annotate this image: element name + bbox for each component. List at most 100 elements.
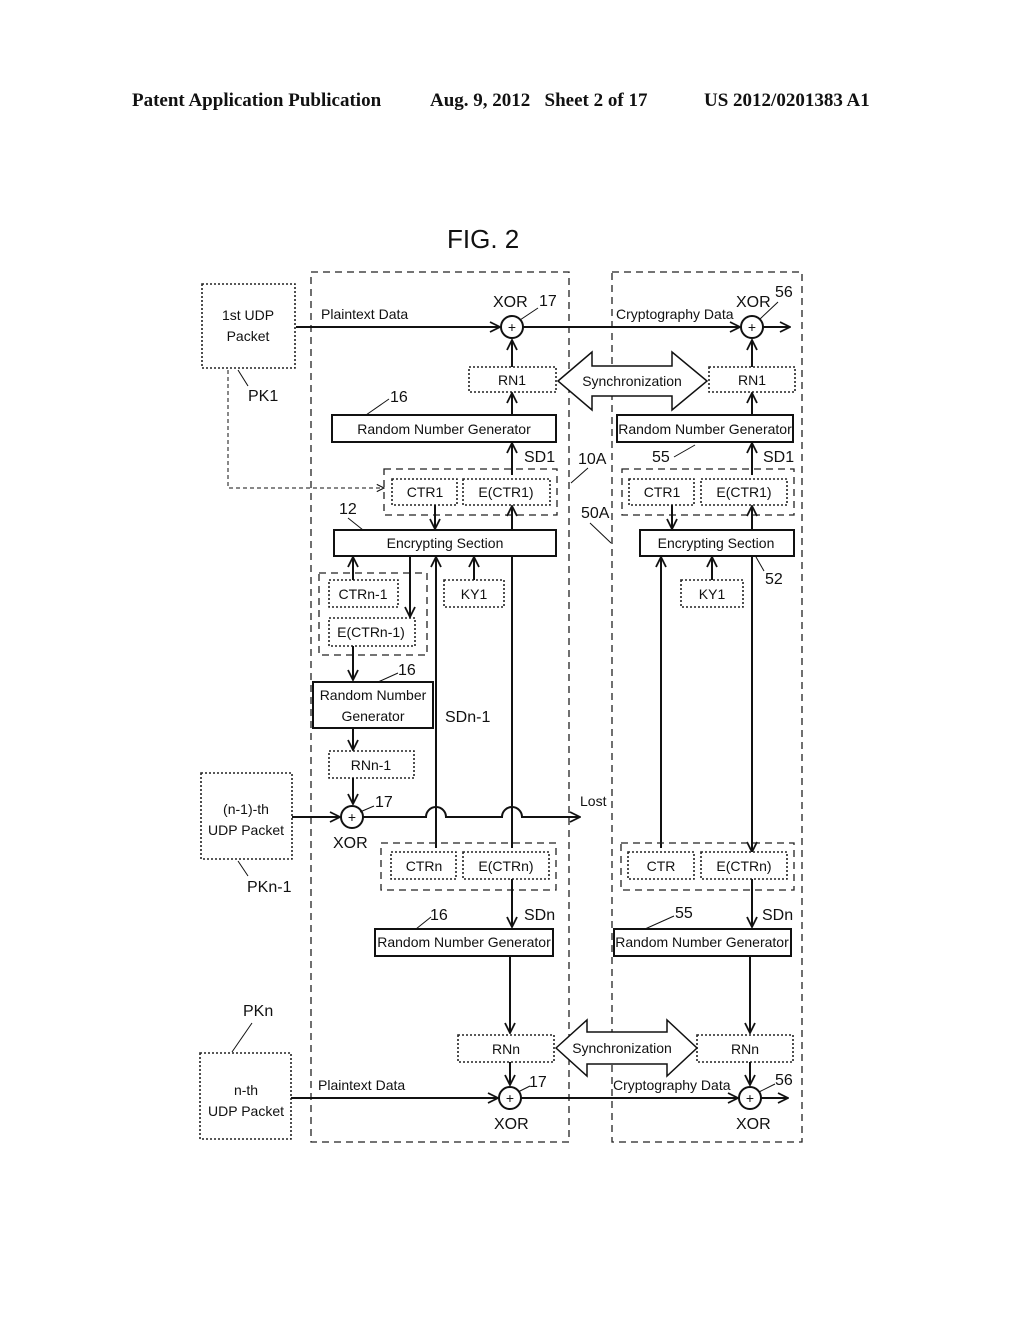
ctrn-sender: CTRn	[390, 851, 457, 880]
svg-text:RNn-1: RNn-1	[351, 757, 392, 773]
xor-receiver-top: +	[740, 315, 764, 339]
svg-text:Random Number Generator: Random Number Generator	[377, 934, 551, 950]
rn1-receiver: RN1	[708, 366, 796, 393]
svg-text:+: +	[508, 319, 516, 335]
svg-text:RNn: RNn	[731, 1041, 759, 1057]
ectrn-sender: E(CTRn)	[462, 851, 550, 880]
svg-text:+: +	[746, 1090, 754, 1106]
rng-ref-16-top: 16	[390, 389, 408, 406]
synchronization-arrow-bottom: Synchronization	[554, 1018, 699, 1078]
enc-ref-12: 12	[339, 501, 357, 518]
svg-text:CTRn: CTRn	[406, 858, 443, 874]
xor-label-bottom: XOR	[494, 1116, 529, 1133]
svg-text:Random Number: Random Number	[320, 687, 427, 703]
sender-unit-ref: 10A	[578, 451, 607, 468]
rng-ref-55-top: 55	[652, 449, 670, 466]
svg-text:KY1: KY1	[699, 586, 726, 602]
svg-text:Synchronization: Synchronization	[572, 1040, 672, 1056]
svg-text:Encrypting Section: Encrypting Section	[387, 535, 504, 551]
svg-text:RN1: RN1	[498, 372, 526, 388]
svg-text:Generator: Generator	[341, 708, 404, 724]
sd1-sender: SD1	[524, 449, 555, 466]
svg-text:+: +	[748, 319, 756, 335]
xor-label-middle: XOR	[333, 835, 368, 852]
svg-text:CTRn-1: CTRn-1	[338, 586, 387, 602]
svg-text:Random Number Generator: Random Number Generator	[357, 421, 531, 437]
ctr1-receiver: CTR1	[628, 478, 695, 506]
xor-ref-17-middle: 17	[375, 794, 393, 811]
pkn-ref: PKn	[243, 1003, 273, 1020]
lost-label: Lost	[580, 793, 607, 809]
svg-text:Encrypting Section: Encrypting Section	[658, 535, 775, 551]
receiver-unit-boundary	[611, 271, 803, 1143]
svg-text:E(CTRn-1): E(CTRn-1)	[337, 624, 405, 640]
svg-text:n-th: n-th	[234, 1082, 258, 1098]
crypto-label-bottom: Cryptography Data	[613, 1077, 731, 1093]
svg-text:CTR1: CTR1	[644, 484, 681, 500]
svg-text:Random Number Generator: Random Number Generator	[615, 934, 789, 950]
fig2-diagram: FIG. 2 1st UDP Packet PK1 (n-1)-th UDP P…	[199, 224, 803, 1143]
xor-ref-17-bottom: 17	[529, 1074, 547, 1091]
svg-text:CTR: CTR	[647, 858, 676, 874]
sdn-receiver: SDn	[762, 907, 793, 924]
xor-ref-56-bottom: 56	[775, 1072, 793, 1089]
svg-text:E(CTR1): E(CTR1)	[716, 484, 771, 500]
enc-ref-52: 52	[765, 571, 783, 588]
xor-label: XOR	[493, 294, 528, 311]
rnn-sender: RNn	[457, 1034, 555, 1063]
svg-text:Synchronization: Synchronization	[582, 373, 682, 389]
svg-text:E(CTR1): E(CTR1)	[478, 484, 533, 500]
rng-receiver-top: Random Number Generator	[616, 414, 794, 443]
svg-text:Random Number Generator: Random Number Generator	[618, 421, 792, 437]
rng-ref-16-middle: 16	[398, 662, 416, 679]
xor-sender-top: +	[500, 315, 524, 339]
xor-sender-middle: +	[340, 805, 364, 829]
rng-sender-middle: Random Number Generator	[312, 681, 434, 729]
svg-text:E(CTRn): E(CTRn)	[716, 858, 771, 874]
sd1-receiver: SD1	[763, 449, 794, 466]
sdn-1-label: SDn-1	[445, 709, 490, 726]
svg-text:E(CTRn): E(CTRn)	[478, 858, 533, 874]
xor-receiver-bottom: +	[738, 1086, 762, 1110]
ectrn-receiver: E(CTRn)	[700, 851, 788, 880]
ctrn-1: CTRn-1	[328, 579, 399, 608]
xor-ref-17: 17	[539, 293, 557, 310]
ectr1-receiver: E(CTR1)	[700, 478, 788, 506]
packet-pkn: n-th UDP Packet	[199, 1052, 292, 1140]
rn1-sender: RN1	[468, 366, 557, 393]
svg-text:RN1: RN1	[738, 372, 766, 388]
ectrn-1: E(CTRn-1)	[328, 617, 416, 647]
encrypting-section-sender: Encrypting Section	[333, 529, 557, 557]
ectr1-sender: E(CTR1)	[462, 478, 551, 506]
crypto-label-top: Cryptography Data	[616, 306, 734, 322]
svg-text:Packet: Packet	[227, 328, 270, 344]
sdn-sender: SDn	[524, 907, 555, 924]
svg-text:UDP Packet: UDP Packet	[208, 822, 284, 838]
svg-text:UDP Packet: UDP Packet	[208, 1103, 284, 1119]
receiver-unit-ref: 50A	[581, 505, 610, 522]
plaintext-label-bottom: Plaintext Data	[318, 1077, 405, 1093]
svg-text:RNn: RNn	[492, 1041, 520, 1057]
xor-label-receiver: XOR	[736, 294, 771, 311]
rnn-1: RNn-1	[328, 750, 415, 779]
pkn-1-ref: PKn-1	[247, 879, 292, 896]
rnn-receiver: RNn	[696, 1034, 794, 1063]
ky1-receiver: KY1	[680, 579, 744, 608]
svg-text:+: +	[348, 809, 356, 825]
pk1-ref: PK1	[248, 388, 278, 405]
xor-ref-56: 56	[775, 284, 793, 301]
packet-pk1: 1st UDP Packet	[201, 283, 296, 369]
ctr1-sender: CTR1	[391, 478, 458, 506]
rng-sender-top: Random Number Generator	[331, 414, 557, 443]
svg-text:(n-1)-th: (n-1)-th	[223, 801, 269, 817]
svg-text:+: +	[506, 1090, 514, 1106]
rng-ref-16-bottom: 16	[430, 907, 448, 924]
ctr-receiver: CTR	[627, 851, 695, 880]
svg-text:1st UDP: 1st UDP	[222, 307, 274, 323]
packet-pkn-1: (n-1)-th UDP Packet	[200, 772, 293, 860]
rng-ref-55-bottom: 55	[675, 905, 693, 922]
svg-text:CTR1: CTR1	[407, 484, 444, 500]
svg-text:KY1: KY1	[461, 586, 488, 602]
synchronization-arrow-top: Synchronization	[556, 350, 709, 412]
encrypting-section-receiver: Encrypting Section	[639, 529, 795, 557]
